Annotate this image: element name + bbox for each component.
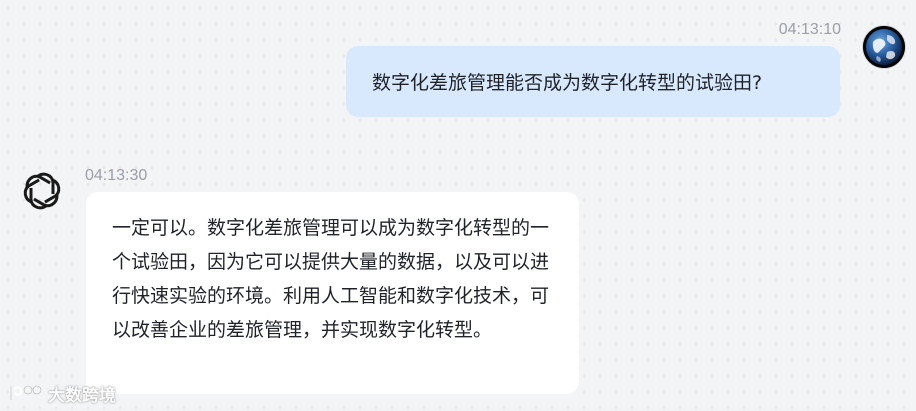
assistant-message-bubble: 一定可以。数字化差旅管理可以成为数字化转型的一个试验田，因为它可以提供大量的数据…	[86, 192, 579, 394]
watermark: 大数跨境	[8, 380, 116, 406]
user-avatar[interactable]	[862, 25, 906, 69]
user-message-bubble: 数字化差旅管理能否成为数字化转型的试验田?	[346, 46, 840, 117]
watermark-logo-icon	[9, 384, 43, 400]
assistant-message-timestamp: 04:13:30	[85, 167, 148, 184]
chat-area: 04:13:10 数字化差旅管理能否成为数字化转型的试验田? 04:13:30 …	[0, 0, 916, 411]
assistant-message-text: 一定可以。数字化差旅管理可以成为数字化转型的一个试验田，因为它可以提供大量的数据…	[112, 217, 550, 341]
user-message-timestamp: 04:13:10	[778, 21, 841, 38]
assistant-avatar[interactable]	[21, 170, 63, 212]
openai-logo-icon	[23, 172, 61, 210]
watermark-text: 大数跨境	[48, 385, 116, 406]
user-message-text: 数字化差旅管理能否成为数字化转型的试验田?	[372, 72, 763, 94]
earth-globe-icon	[863, 26, 905, 68]
